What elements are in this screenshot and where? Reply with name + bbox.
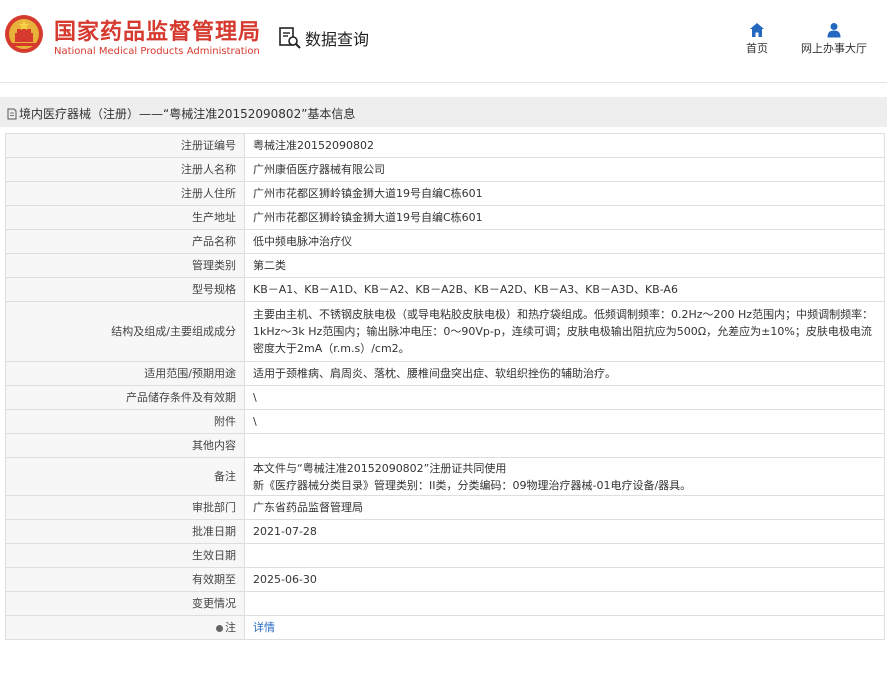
field-value xyxy=(244,433,885,458)
table-row: 结构及组成/主要组成成分 主要由主机、不锈钢皮肤电极（或导电粘胶皮肤电极）和热疗… xyxy=(5,301,885,362)
field-value xyxy=(244,543,885,568)
field-label: 注册人名称 xyxy=(5,157,245,182)
data-query-link[interactable]: 数据查询 xyxy=(278,26,369,50)
data-query-label: 数据查询 xyxy=(305,30,370,49)
field-value: 低中频电脉冲治疗仪 xyxy=(244,229,885,254)
field-label: 产品名称 xyxy=(5,229,245,254)
field-label: 附件 xyxy=(5,409,245,434)
field-value: 适用于颈椎病、肩周炎、落枕、腰椎间盘突出症、软组织挫伤的辅助治疗。 xyxy=(244,361,885,386)
pin-icon xyxy=(216,624,223,632)
table-row: 注 详情 xyxy=(5,615,885,640)
field-value: \ xyxy=(244,385,885,410)
field-label: 生产地址 xyxy=(5,205,245,230)
device-info-table: 注册证编号 粤械注准20152090802 注册人名称 广州康佰医疗器械有限公司… xyxy=(5,133,885,640)
breadcrumb-text: 境内医疗器械（注册）——“粤械注准20152090802”基本信息 xyxy=(19,107,356,121)
field-label: 注册证编号 xyxy=(5,133,245,158)
field-label: 型号规格 xyxy=(5,277,245,302)
field-label: 管理类别 xyxy=(5,253,245,278)
nav-online-hall-button[interactable]: 网上办事大厅 xyxy=(798,22,870,56)
table-row: 型号规格 KB－A1、KB－A1D、KB－A2、KB－A2B、KB－A2D、KB… xyxy=(5,277,885,302)
field-label: 结构及组成/主要组成成分 xyxy=(5,301,245,362)
national-emblem-icon xyxy=(5,15,43,53)
field-value: 广州市花都区狮岭镇金狮大道19号自编C栋601 xyxy=(244,181,885,206)
header-divider xyxy=(0,82,887,83)
field-value: 第二类 xyxy=(244,253,885,278)
field-value xyxy=(244,591,885,616)
field-label: 生效日期 xyxy=(5,543,245,568)
site-logo-subtitle[interactable]: National Medical Products Administration xyxy=(54,46,260,57)
table-row: 变更情况 xyxy=(5,591,885,616)
document-icon xyxy=(7,108,17,119)
note-label: 注 xyxy=(225,621,236,634)
field-label: 其他内容 xyxy=(5,433,245,458)
document-search-icon xyxy=(279,27,301,49)
field-value: 2025-06-30 xyxy=(244,567,885,592)
site-header: 国家药品监督管理局 National Medical Products Admi… xyxy=(0,0,887,80)
remark-line: 新《医疗器械分类目录》管理类别：II类，分类编码：09物理治疗器械-01电疗设备… xyxy=(253,478,692,492)
detail-link[interactable]: 详情 xyxy=(253,621,275,634)
table-row: 注册人住所 广州市花都区狮岭镇金狮大道19号自编C栋601 xyxy=(5,181,885,206)
field-value: KB－A1、KB－A1D、KB－A2、KB－A2B、KB－A2D、KB－A3、K… xyxy=(244,277,885,302)
field-value: 主要由主机、不锈钢皮肤电极（或导电粘胶皮肤电极）和热疗袋组成。低频调制频率：0.… xyxy=(244,301,885,362)
field-value: 2021-07-28 xyxy=(244,519,885,544)
field-value: 广州市花都区狮岭镇金狮大道19号自编C栋601 xyxy=(244,205,885,230)
table-row: 注册人名称 广州康佰医疗器械有限公司 xyxy=(5,157,885,182)
table-row: 生产地址 广州市花都区狮岭镇金狮大道19号自编C栋601 xyxy=(5,205,885,230)
field-value: 粤械注准20152090802 xyxy=(244,133,885,158)
table-row: 适用范围/预期用途 适用于颈椎病、肩周炎、落枕、腰椎间盘突出症、软组织挫伤的辅助… xyxy=(5,361,885,386)
table-row: 附件 \ xyxy=(5,409,885,434)
nav-home-button[interactable]: 首页 xyxy=(740,22,774,56)
remark-line: 本文件与“粤械注准20152090802”注册证共同使用 xyxy=(253,461,507,475)
field-label: 变更情况 xyxy=(5,591,245,616)
field-label: 注册人住所 xyxy=(5,181,245,206)
nav-home-label: 首页 xyxy=(746,42,768,55)
breadcrumb: 境内医疗器械（注册）——“粤械注准20152090802”基本信息 xyxy=(0,97,887,127)
table-row: 生效日期 xyxy=(5,543,885,568)
field-value: 广东省药品监督管理局 xyxy=(244,495,885,520)
field-value: \ xyxy=(244,409,885,434)
field-label: 注 xyxy=(5,615,245,640)
table-row: 有效期至 2025-06-30 xyxy=(5,567,885,592)
user-icon xyxy=(827,23,841,38)
field-value: 详情 xyxy=(244,615,885,640)
field-label: 批准日期 xyxy=(5,519,245,544)
field-value: 本文件与“粤械注准20152090802”注册证共同使用 新《医疗器械分类目录》… xyxy=(244,457,885,496)
table-row: 审批部门 广东省药品监督管理局 xyxy=(5,495,885,520)
table-row: 管理类别 第二类 xyxy=(5,253,885,278)
table-row: 注册证编号 粤械注准20152090802 xyxy=(5,133,885,158)
table-row: 产品储存条件及有效期 \ xyxy=(5,385,885,410)
table-row: 产品名称 低中频电脉冲治疗仪 xyxy=(5,229,885,254)
field-label: 审批部门 xyxy=(5,495,245,520)
field-label: 备注 xyxy=(5,457,245,496)
field-label: 有效期至 xyxy=(5,567,245,592)
table-row: 备注 本文件与“粤械注准20152090802”注册证共同使用 新《医疗器械分类… xyxy=(5,457,885,496)
table-row: 其他内容 xyxy=(5,433,885,458)
field-label: 适用范围/预期用途 xyxy=(5,361,245,386)
field-label: 产品储存条件及有效期 xyxy=(5,385,245,410)
table-row: 批准日期 2021-07-28 xyxy=(5,519,885,544)
home-icon xyxy=(750,23,764,37)
nav-online-hall-label: 网上办事大厅 xyxy=(801,42,867,55)
site-logo-title[interactable]: 国家药品监督管理局 xyxy=(54,14,261,46)
field-value: 广州康佰医疗器械有限公司 xyxy=(244,157,885,182)
